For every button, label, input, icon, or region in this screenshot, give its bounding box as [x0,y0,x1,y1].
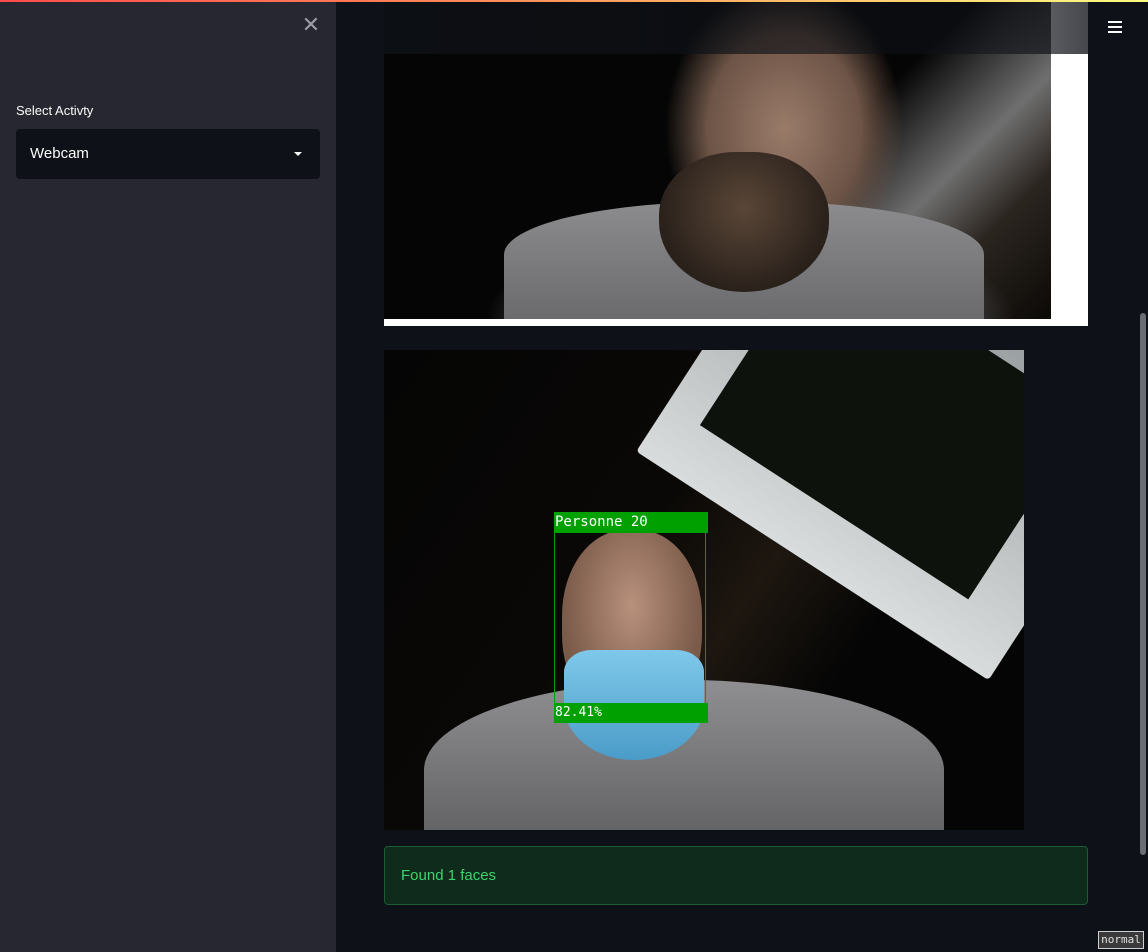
detection-image: Personne 20 82.41% [384,350,1024,830]
activity-select-value: Webcam [30,145,89,162]
face-box-label: Personne 20 [554,512,708,533]
success-alert: Found 1 faces [384,846,1088,905]
sidebar: ✕ Select Activty Webcam [0,2,336,952]
scrollbar-thumb[interactable] [1140,313,1146,855]
face-bounding-box [554,512,706,722]
close-icon[interactable]: ✕ [300,15,322,37]
hamburger-menu-icon[interactable] [1108,19,1126,35]
select-activity-label: Select Activty [16,103,94,118]
app-header [336,2,1148,54]
success-message: Found 1 faces [401,867,497,884]
mode-badge: normal [1098,931,1144,949]
image-face-shape [659,152,829,292]
face-confidence-label: 82.41% [554,703,708,723]
chevron-down-icon [294,152,302,156]
activity-select[interactable]: Webcam [16,129,320,179]
